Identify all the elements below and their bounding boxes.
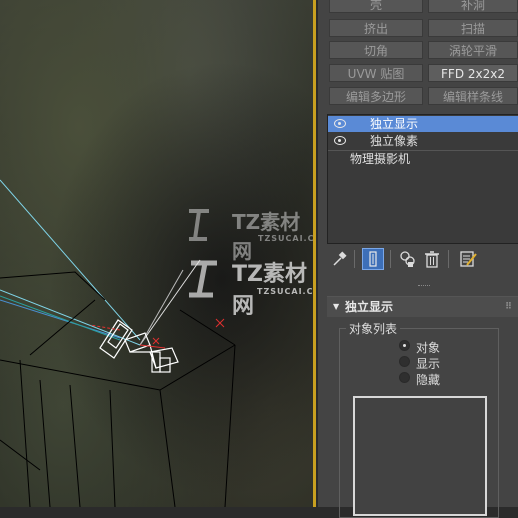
rollout-grip-icon: ⠿ xyxy=(504,302,512,312)
modifier-stack[interactable]: 独立显示 独立像素 物理摄影机 xyxy=(327,114,518,244)
modifier-button-extrude[interactable]: 挤出 xyxy=(329,19,423,37)
modifier-button-shell[interactable]: 壳 xyxy=(329,0,423,13)
modifier-button-chamfer[interactable]: 切角 xyxy=(329,41,423,59)
eye-icon[interactable] xyxy=(334,136,346,145)
modifier-button-turbosmooth[interactable]: 涡轮平滑 xyxy=(428,41,518,59)
eye-icon[interactable] xyxy=(334,119,346,128)
configure-modifier-sets-icon[interactable] xyxy=(458,249,478,269)
pin-stack-icon[interactable] xyxy=(330,249,350,269)
watermark-subtext: TZSUCAI.COM xyxy=(258,234,316,243)
stack-item-label: 独立像素 xyxy=(370,134,419,148)
stack-item-label: 物理摄影机 xyxy=(350,152,411,166)
stack-item-isolate-display[interactable]: 独立显示 xyxy=(328,116,518,132)
modifier-button-uvw-map[interactable]: UVW 贴图 xyxy=(329,64,423,82)
modifier-button-edit-poly[interactable]: 编辑多边形 xyxy=(329,87,423,105)
modifier-button-edit-spline[interactable]: 编辑样条线 xyxy=(428,87,518,105)
rollout-header[interactable]: ▼ 独立显示 ⠿ xyxy=(327,296,518,317)
command-panel: 壳 补洞 挤出 扫描 切角 涡轮平滑 UVW 贴图 FFD 2x2x2 编辑多边… xyxy=(318,0,518,518)
stack-item-isolate-pixel[interactable]: 独立像素 xyxy=(328,133,518,149)
modifier-button-cap-holes[interactable]: 补洞 xyxy=(428,0,518,13)
radio-objects-label: 对象 xyxy=(416,341,441,355)
radio-show[interactable] xyxy=(399,356,410,367)
radio-hide-label: 隐藏 xyxy=(416,373,441,387)
stack-item-label: 独立显示 xyxy=(370,117,419,131)
toolbar-separator xyxy=(390,250,391,268)
toolbar-separator xyxy=(448,250,449,268)
radio-hide[interactable] xyxy=(399,372,410,383)
radio-objects[interactable] xyxy=(399,340,410,351)
modifier-button-sweep[interactable]: 扫描 xyxy=(428,19,518,37)
radio-show-label: 显示 xyxy=(416,357,441,371)
remove-modifier-icon[interactable] xyxy=(422,249,442,269)
watermark-logo xyxy=(185,205,213,241)
show-end-result-icon[interactable] xyxy=(362,248,384,270)
modifier-button-ffd[interactable]: FFD 2x2x2 xyxy=(428,64,518,82)
rollout-title: 独立显示 xyxy=(345,300,394,314)
stack-item-physical-camera[interactable]: 物理摄影机 xyxy=(328,150,518,167)
panel-resize-handle[interactable] xyxy=(418,285,430,288)
toolbar-separator xyxy=(354,250,355,268)
object-listbox[interactable] xyxy=(353,396,487,516)
make-unique-icon[interactable] xyxy=(398,249,418,269)
watermark-subtext: TZSUCAI.COM xyxy=(257,287,316,296)
watermark-logo xyxy=(185,255,225,299)
stack-toolbar xyxy=(328,247,518,271)
active-viewport-border xyxy=(313,0,316,507)
group-title: 对象列表 xyxy=(346,320,401,337)
viewport[interactable]: TZ素材网 TZSUCAI.COM TZ素材网 TZSUCAI.COM xyxy=(0,0,316,507)
collapse-arrow-icon: ▼ xyxy=(333,302,340,311)
